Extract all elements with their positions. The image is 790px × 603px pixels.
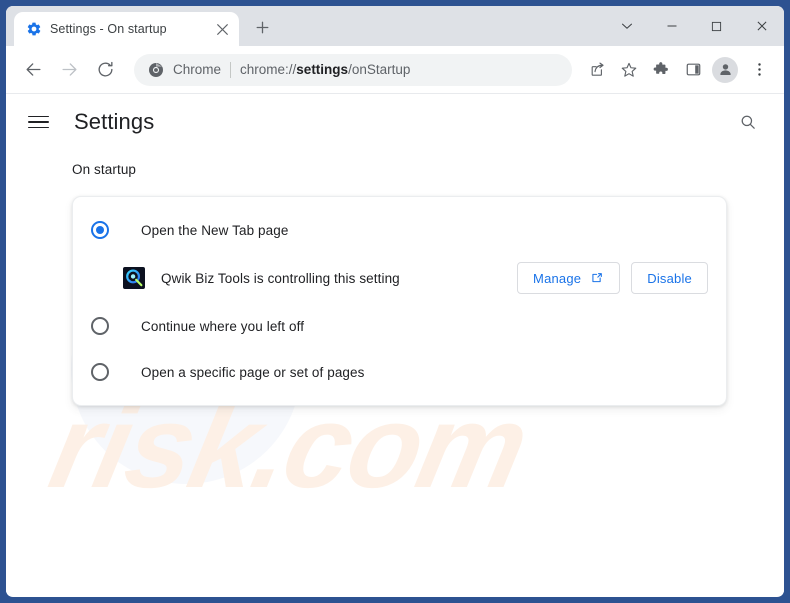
- profile-avatar-icon[interactable]: [712, 56, 738, 83]
- maximize-icon[interactable]: [694, 7, 739, 45]
- page-title: Settings: [74, 109, 155, 134]
- browser-window-inner: Settings - On startup Chrome chrome://se…: [6, 6, 784, 597]
- browser-toolbar: Chrome chrome://settings/onStartup: [6, 46, 784, 94]
- radio-option-continue-where-left-off[interactable]: Continue where you left off: [73, 303, 726, 349]
- radio-option-specific-page[interactable]: Open a specific page or set of pages: [73, 349, 726, 395]
- settings-page: PC risk.com Settings On startup: [6, 94, 784, 596]
- radio-label: Continue where you left off: [141, 318, 305, 334]
- browser-window: Settings - On startup Chrome chrome://se…: [0, 0, 790, 603]
- radio-label: Open a specific page or set of pages: [141, 364, 365, 380]
- chrome-logo-icon: [148, 62, 164, 78]
- more-menu-icon[interactable]: [744, 55, 774, 85]
- on-startup-card: Open the New Tab page Qwik Biz Tools is …: [72, 196, 727, 406]
- browser-tab[interactable]: Settings - On startup: [14, 12, 239, 46]
- radio-option-new-tab-page[interactable]: Open the New Tab page: [73, 207, 726, 253]
- qwik-biz-tools-extension-icon: [123, 267, 145, 289]
- new-tab-button[interactable]: [249, 14, 275, 40]
- omnibox-url-bold: settings: [296, 62, 349, 77]
- close-tab-icon[interactable]: [213, 20, 231, 38]
- side-panel-icon[interactable]: [678, 55, 708, 85]
- search-icon[interactable]: [732, 106, 764, 138]
- radio-button-selected[interactable]: [91, 221, 109, 239]
- back-button[interactable]: [16, 53, 50, 87]
- extension-controlling-notice: Qwik Biz Tools is controlling this setti…: [73, 253, 726, 303]
- bookmark-star-icon[interactable]: [614, 55, 644, 85]
- omnibox-url-suffix: /onStartup: [348, 62, 411, 77]
- share-icon[interactable]: [582, 55, 612, 85]
- section-label: On startup: [72, 162, 137, 177]
- extension-notice-actions: Manage Disable: [517, 262, 708, 294]
- settings-header: Settings: [6, 94, 784, 150]
- hamburger-menu-icon[interactable]: [28, 108, 56, 136]
- omnibox-url: chrome://settings/onStartup: [240, 62, 410, 77]
- chevron-down-icon[interactable]: [604, 7, 649, 45]
- manage-button[interactable]: Manage: [517, 262, 621, 294]
- external-link-icon: [590, 271, 604, 285]
- reload-button[interactable]: [88, 53, 122, 87]
- omnibox-url-prefix: chrome://: [240, 62, 297, 77]
- minimize-icon[interactable]: [649, 7, 694, 45]
- tab-strip: Settings - On startup: [6, 6, 784, 46]
- radio-button-unselected[interactable]: [91, 363, 109, 381]
- radio-button-unselected[interactable]: [91, 317, 109, 335]
- gear-icon: [26, 21, 42, 37]
- window-controls: [604, 6, 784, 46]
- radio-label: Open the New Tab page: [141, 222, 289, 238]
- manage-button-label: Manage: [533, 270, 582, 286]
- disable-button[interactable]: Disable: [631, 262, 708, 294]
- forward-button[interactable]: [52, 53, 86, 87]
- extensions-puzzle-icon[interactable]: [646, 55, 676, 85]
- settings-content: On startup Open the New Tab page Qwik Bi…: [6, 150, 784, 406]
- disable-button-label: Disable: [647, 270, 692, 286]
- close-icon[interactable]: [739, 7, 784, 45]
- tab-title: Settings - On startup: [50, 22, 167, 36]
- omnibox-scheme-label: Chrome: [173, 62, 222, 77]
- address-bar[interactable]: Chrome chrome://settings/onStartup: [134, 53, 572, 86]
- omnibox-divider: [230, 61, 232, 78]
- extension-notice-text: Qwik Biz Tools is controlling this setti…: [161, 270, 400, 286]
